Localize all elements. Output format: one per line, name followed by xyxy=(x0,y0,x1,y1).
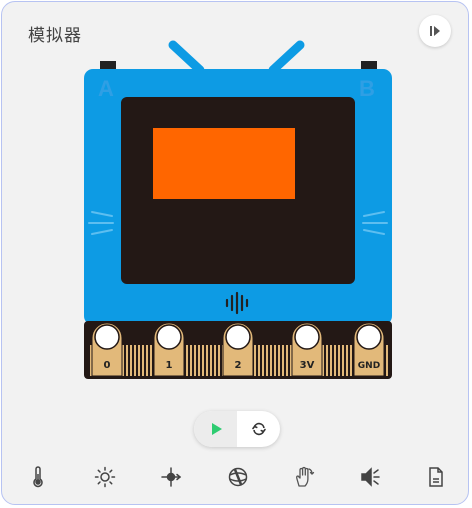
connector-stripe xyxy=(258,345,260,376)
touch-sensor-button[interactable] xyxy=(284,457,324,497)
pin-2[interactable]: 2 xyxy=(222,322,254,377)
connector-stripe xyxy=(186,345,188,376)
connector-stripe xyxy=(210,345,212,376)
connector-stripe xyxy=(342,345,344,376)
connector-stripe xyxy=(202,345,204,376)
antenna-right xyxy=(268,40,305,75)
connector-stripe xyxy=(282,345,284,376)
pin-3v[interactable]: 3V xyxy=(291,322,323,377)
screen-display xyxy=(153,128,295,199)
light-sensor-button[interactable] xyxy=(85,457,125,497)
connector-stripe xyxy=(198,345,200,376)
connector-stripe xyxy=(270,345,272,376)
connector-stripe xyxy=(338,345,340,376)
file-button[interactable] xyxy=(416,457,456,497)
pin-label: GND xyxy=(358,361,380,371)
pin-gnd[interactable]: GND xyxy=(353,322,385,377)
thermometer-icon xyxy=(33,466,43,488)
sound-sensor-button[interactable] xyxy=(350,457,390,497)
connector-stripe xyxy=(386,345,388,376)
gesture-sensor-button[interactable] xyxy=(218,457,258,497)
connector-stripe xyxy=(134,345,136,376)
connector-stripe xyxy=(286,345,288,376)
file-icon xyxy=(429,467,443,487)
pin-label: 1 xyxy=(166,360,173,371)
connector-stripe xyxy=(262,345,264,376)
run-button[interactable] xyxy=(194,411,237,447)
connector-stripe xyxy=(130,345,132,376)
connector-stripe xyxy=(190,345,192,376)
pin-0[interactable]: 0 xyxy=(91,322,123,377)
button-b-label[interactable]: B xyxy=(359,76,375,101)
connector-stripe xyxy=(214,345,216,376)
connector-stripe xyxy=(350,345,352,376)
compass-sensor-button[interactable] xyxy=(151,457,191,497)
temperature-sensor-button[interactable] xyxy=(18,457,58,497)
simulator-controls xyxy=(194,411,280,447)
connector-stripe xyxy=(330,345,332,376)
refresh-icon xyxy=(251,422,266,436)
sensor-toolbar xyxy=(0,457,472,497)
pin-1[interactable]: 1 xyxy=(153,322,185,377)
connector-stripe xyxy=(254,345,256,376)
pin-label: 3V xyxy=(300,360,315,371)
speaker-icon xyxy=(361,467,380,487)
pin-label: 0 xyxy=(104,360,111,371)
connector-stripe xyxy=(138,345,140,376)
connector-stripe xyxy=(266,345,268,376)
connector-stripe xyxy=(334,345,336,376)
connector-stripe xyxy=(346,345,348,376)
gesture-icon xyxy=(228,467,248,487)
edge-connector: 0 1 2 3V GND xyxy=(84,321,392,379)
antenna-left xyxy=(168,40,205,75)
connector-stripe xyxy=(206,345,208,376)
connector-stripe xyxy=(150,345,152,376)
pin-label: 2 xyxy=(235,360,242,371)
connector-stripe xyxy=(274,345,276,376)
connector-stripe xyxy=(146,345,148,376)
connector-stripe xyxy=(326,345,328,376)
reset-button[interactable] xyxy=(237,411,280,447)
microbit-device: A B 0 1 2 3V GND xyxy=(84,40,392,379)
connector-stripe xyxy=(194,345,196,376)
connector-stripe xyxy=(142,345,144,376)
hand-rotate-icon xyxy=(296,466,315,487)
play-icon xyxy=(211,423,222,435)
compass-icon xyxy=(161,467,182,487)
button-a-label[interactable]: A xyxy=(98,76,114,101)
connector-stripe xyxy=(218,345,220,376)
brightness-icon xyxy=(94,466,116,488)
connector-stripe xyxy=(126,345,128,376)
connector-stripe xyxy=(278,345,280,376)
